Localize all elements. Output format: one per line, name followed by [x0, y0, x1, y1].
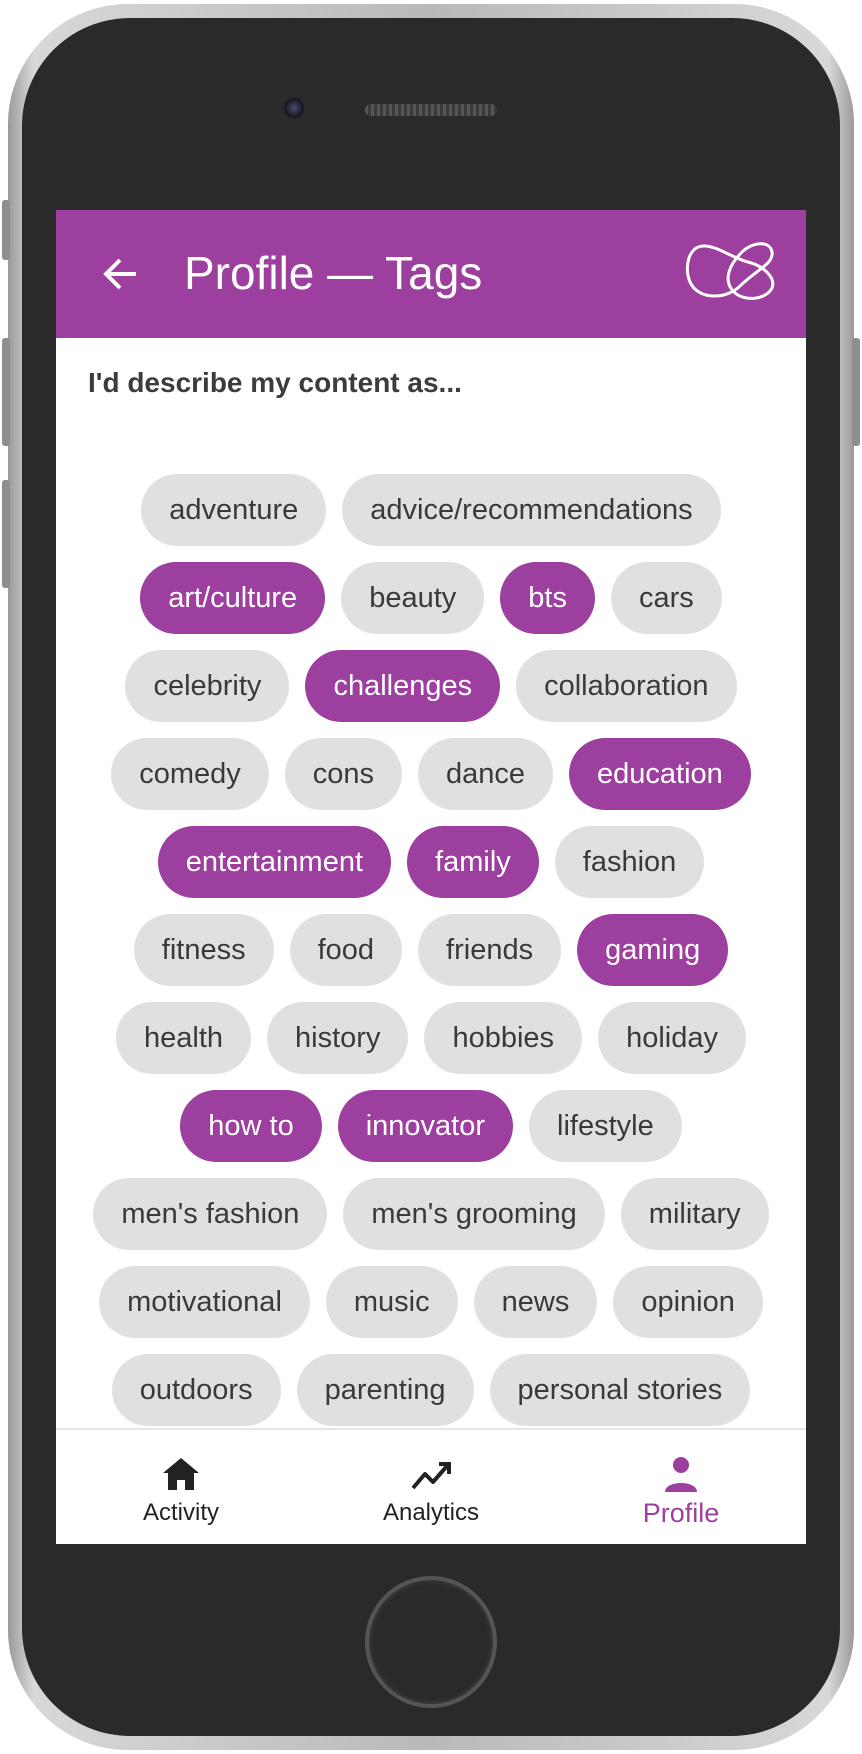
tag-chip[interactable]: music: [325, 1266, 458, 1338]
tag-chip[interactable]: cars: [610, 562, 722, 634]
tag-chip[interactable]: gaming: [577, 914, 729, 986]
tag-chip[interactable]: education: [569, 738, 751, 810]
tag-chip[interactable]: outdoors: [111, 1354, 281, 1426]
volume-down-button: [2, 480, 10, 588]
tag-chip[interactable]: food: [289, 914, 403, 986]
tag-chip[interactable]: men's grooming: [343, 1178, 605, 1250]
tag-chip[interactable]: advice/recommendations: [342, 474, 721, 546]
tag-chip[interactable]: fitness: [133, 914, 274, 986]
app-bar: Profile — Tags: [56, 210, 806, 338]
tag-chip[interactable]: personal stories: [489, 1354, 751, 1426]
front-camera: [284, 98, 304, 118]
nav-item-analytics[interactable]: Analytics: [306, 1430, 556, 1544]
app-screen: Profile — Tags I'd describe my content a…: [56, 210, 806, 1544]
tag-chip[interactable]: comedy: [111, 738, 269, 810]
tag-chip[interactable]: history: [267, 1002, 409, 1074]
page-title: Profile — Tags: [184, 247, 483, 299]
nav-label-activity: Activity: [142, 1499, 219, 1526]
tag-chip[interactable]: how to: [180, 1090, 322, 1162]
tag-chip[interactable]: news: [473, 1266, 598, 1338]
back-arrow-icon[interactable]: [96, 250, 144, 298]
tag-chip[interactable]: adventure: [141, 474, 327, 546]
tag-chip[interactable]: military: [620, 1178, 769, 1250]
nav-item-profile[interactable]: Profile: [556, 1430, 806, 1544]
tag-cloud: adventure advice/recommendations art/cultu…: [92, 474, 770, 1426]
section-prompt: I'd describe my content as...: [88, 367, 462, 398]
home-icon: [163, 1458, 199, 1490]
tag-chip[interactable]: men's fashion: [93, 1178, 328, 1250]
tag-chip[interactable]: art/culture: [140, 562, 326, 634]
trending-icon: [411, 1462, 451, 1490]
brand-logo-icon: [685, 242, 775, 300]
tag-chip[interactable]: dance: [418, 738, 554, 810]
nav-item-activity[interactable]: Activity: [56, 1430, 306, 1544]
tag-chip[interactable]: holiday: [598, 1002, 746, 1074]
tag-chip[interactable]: beauty: [341, 562, 485, 634]
tag-chip[interactable]: family: [407, 826, 539, 898]
tag-chip[interactable]: innovator: [337, 1090, 514, 1162]
tag-chip[interactable]: motivational: [99, 1266, 310, 1338]
tag-chip[interactable]: entertainment: [157, 826, 392, 898]
nav-label-analytics: Analytics: [382, 1499, 480, 1526]
tag-chip[interactable]: health: [116, 1002, 252, 1074]
earpiece-speaker: [365, 104, 497, 116]
volume-up-button: [2, 338, 10, 446]
power-button: [852, 338, 860, 446]
tag-chip[interactable]: celebrity: [125, 650, 290, 722]
nav-label-profile: Profile: [642, 1498, 720, 1528]
tag-chip[interactable]: opinion: [613, 1266, 763, 1338]
mute-switch: [2, 200, 10, 260]
tag-chip[interactable]: parenting: [296, 1354, 474, 1426]
home-button[interactable]: [365, 1576, 497, 1708]
tag-chip[interactable]: cons: [284, 738, 402, 810]
tag-chip[interactable]: challenges: [305, 650, 501, 722]
person-icon: [665, 1457, 697, 1492]
tag-chip[interactable]: bts: [500, 562, 595, 634]
tag-chip[interactable]: collaboration: [516, 650, 737, 722]
tag-chip[interactable]: fashion: [554, 826, 705, 898]
bottom-navigation: Activity Analytics Profile: [56, 1428, 806, 1544]
tag-chip[interactable]: lifestyle: [529, 1090, 682, 1162]
tag-chip[interactable]: friends: [418, 914, 562, 986]
tag-chip[interactable]: hobbies: [424, 1002, 583, 1074]
